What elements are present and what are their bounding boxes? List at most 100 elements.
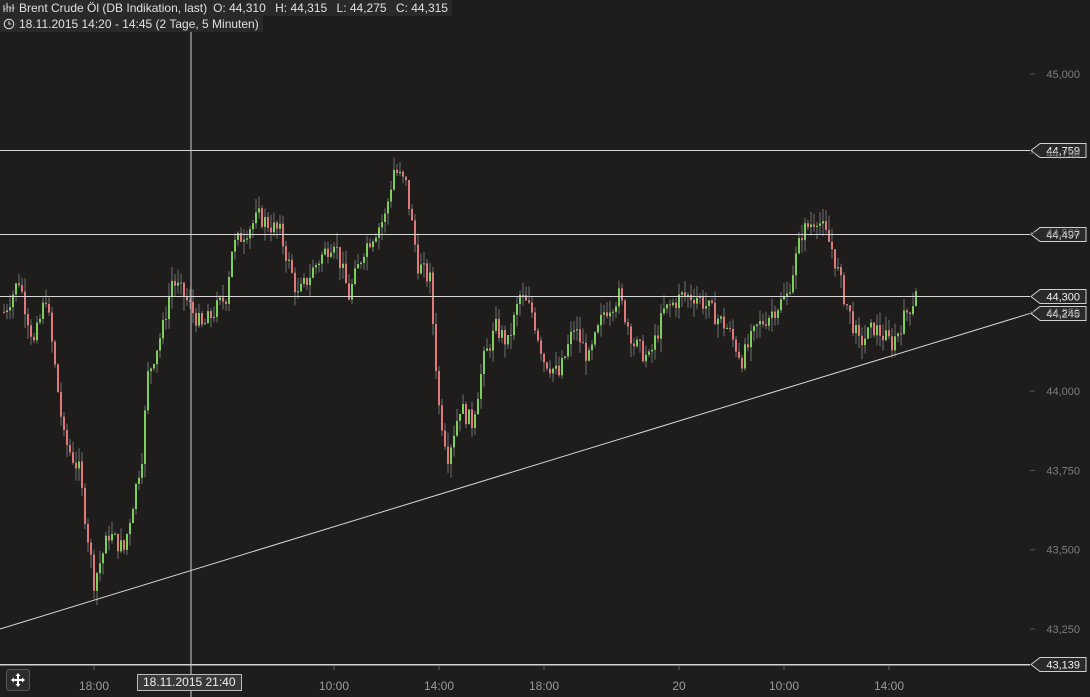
- candle-down: [414, 220, 416, 245]
- time-range-label: 18.11.2015 14:20 - 14:45 (2 Tage, 5 Minu…: [19, 17, 259, 31]
- candle-up: [228, 276, 230, 304]
- candle-up: [156, 350, 158, 365]
- candle-up: [837, 267, 839, 269]
- candle-up: [468, 409, 470, 425]
- candle-down: [93, 554, 95, 591]
- candle-down: [444, 430, 446, 447]
- candle-down: [504, 329, 506, 345]
- candle-down: [657, 335, 659, 339]
- candle-down: [801, 238, 803, 241]
- candle-up: [15, 283, 17, 295]
- candle-up: [354, 268, 356, 285]
- candle-down: [195, 312, 197, 326]
- candle-up: [36, 322, 38, 341]
- candle-up: [870, 322, 872, 328]
- candle-down: [345, 263, 347, 284]
- move-tool-button[interactable]: [6, 669, 30, 691]
- candlestick-chart[interactable]: 44,75944,49744,30043,139 44,245 45,00044…: [0, 0, 1090, 697]
- candle-down: [27, 314, 29, 326]
- candle-down: [306, 278, 308, 286]
- candle-down: [90, 542, 92, 555]
- candle-up: [780, 299, 782, 311]
- candle-up: [453, 435, 455, 448]
- candle-up: [423, 263, 425, 265]
- candle-up: [102, 553, 104, 564]
- candle-up: [384, 213, 386, 223]
- candle-up: [177, 282, 179, 286]
- candle-up: [114, 533, 116, 535]
- candle-up: [552, 368, 554, 374]
- y-tick-label: 43,500: [1046, 545, 1080, 557]
- candle-down: [447, 446, 449, 465]
- ohlc-high: H: 44,315: [275, 1, 328, 15]
- candle-down: [630, 326, 632, 344]
- candle-up: [795, 253, 797, 276]
- candle-down: [45, 302, 47, 304]
- candle-up: [330, 252, 332, 257]
- candle-up: [792, 275, 794, 293]
- candle-down: [633, 343, 635, 347]
- candle-down: [906, 310, 908, 313]
- candle-down: [684, 292, 686, 296]
- candle-down: [528, 300, 530, 303]
- candle-down: [75, 462, 77, 469]
- candle-up: [768, 317, 770, 326]
- candle-down: [624, 300, 626, 323]
- candle-up: [696, 297, 698, 304]
- chart-type-icon[interactable]: [3, 2, 15, 14]
- candle-up: [324, 248, 326, 255]
- candle-up: [576, 329, 578, 331]
- candle-up: [573, 330, 575, 332]
- instrument-title: Brent Crude Öl (DB Indikation, last): [19, 1, 208, 15]
- candle-down: [348, 283, 350, 300]
- candle-up: [360, 262, 362, 265]
- candle-down: [843, 275, 845, 305]
- candle-up: [372, 241, 374, 248]
- candle-up: [429, 272, 431, 282]
- candle-up: [477, 398, 479, 415]
- candle-down: [60, 392, 62, 417]
- candle-up: [204, 323, 206, 325]
- candle-up: [816, 225, 818, 227]
- ohlc-values: O: 44,310 H: 44,315 L: 44,275 C: 44,315: [207, 1, 448, 15]
- candle-down: [879, 325, 881, 336]
- level-label: 43,139: [1046, 660, 1080, 672]
- candle-up: [822, 221, 824, 224]
- candle-down: [186, 297, 188, 301]
- candle-down: [861, 335, 863, 346]
- candle-up: [9, 307, 11, 311]
- candle-up: [456, 420, 458, 436]
- candle-up: [399, 171, 401, 174]
- candle-down: [411, 208, 413, 221]
- candle-up: [231, 251, 233, 277]
- candle-down: [831, 241, 833, 250]
- x-tick-label: 18:00: [79, 679, 109, 693]
- candle-down: [807, 223, 809, 228]
- candle-up: [366, 243, 368, 257]
- candle-up: [132, 509, 134, 524]
- candle-up: [279, 223, 281, 229]
- crosshair-date-label: 18.11.2015 21:40: [137, 674, 242, 691]
- clock-icon[interactable]: [3, 18, 15, 30]
- candle-down: [900, 333, 902, 335]
- candle-down: [81, 461, 83, 488]
- move-arrows-icon: [11, 673, 25, 687]
- candle-up: [750, 331, 752, 348]
- candle-up: [357, 264, 359, 269]
- x-tick-label: 14:00: [424, 679, 454, 693]
- candle-up: [321, 254, 323, 264]
- candle-up: [378, 227, 380, 238]
- candle-down: [558, 365, 560, 376]
- candle-up: [516, 304, 518, 315]
- candle-up: [474, 414, 476, 429]
- candle-down: [693, 299, 695, 304]
- ohlc-low: L: 44,275: [336, 1, 387, 15]
- candle-down: [543, 353, 545, 363]
- candle-down: [909, 312, 911, 315]
- candle-up: [588, 350, 590, 361]
- candle-up: [480, 374, 482, 399]
- candle-up: [246, 238, 248, 240]
- candle-up: [564, 356, 566, 358]
- candle-up: [258, 208, 260, 213]
- candle-up: [312, 267, 314, 278]
